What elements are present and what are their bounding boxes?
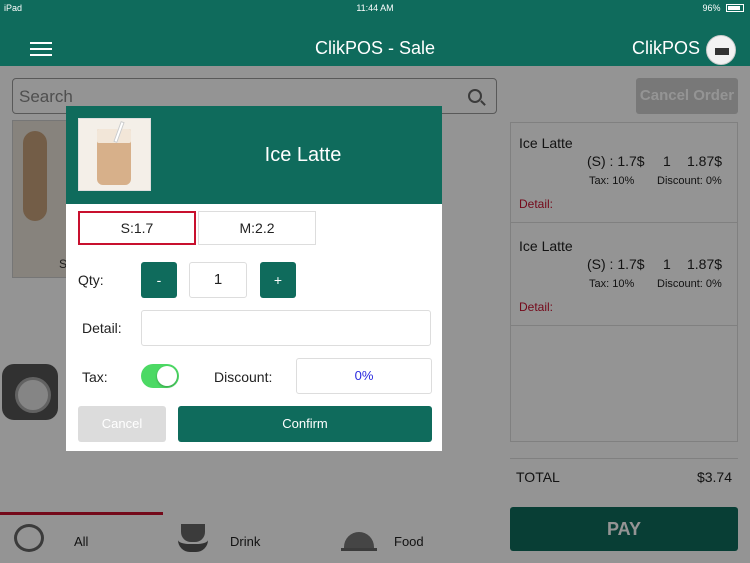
status-bar: iPad 11:44 AM 96% [0, 0, 750, 16]
detail-label: Detail: [82, 320, 122, 336]
dialog-header: Ice Latte [66, 106, 442, 204]
discount-field[interactable]: 0% [296, 358, 432, 394]
qty-label: Qty: [78, 272, 104, 288]
confirm-button[interactable]: Confirm [178, 406, 432, 442]
brand-name: ClikPOS [631, 38, 700, 58]
tax-label: Tax: [82, 369, 108, 385]
battery-icon [726, 4, 744, 12]
battery-percent: 96% [702, 3, 721, 13]
detail-field[interactable] [141, 310, 431, 346]
avatar[interactable] [706, 35, 736, 65]
qty-decrement-button[interactable]: - [141, 262, 177, 298]
product-thumbnail [78, 118, 151, 191]
tax-toggle[interactable] [141, 364, 179, 388]
qty-increment-button[interactable]: + [260, 262, 296, 298]
dialog-title: Ice Latte [264, 144, 342, 166]
cancel-button[interactable]: Cancel [78, 406, 166, 442]
qty-field[interactable]: 1 [189, 262, 247, 298]
app-header: ClikPOS - Sale ClikPOS [0, 16, 750, 66]
size-option-small[interactable]: S:1.7 [78, 211, 196, 245]
battery-indicator: 96% [702, 3, 744, 13]
size-option-medium[interactable]: M:2.2 [198, 211, 316, 245]
product-option-dialog: Ice Latte S:1.7 M:2.2 Qty: - 1 + Detail:… [66, 106, 442, 451]
clock: 11:44 AM [356, 3, 394, 13]
discount-label: Discount: [214, 369, 273, 385]
